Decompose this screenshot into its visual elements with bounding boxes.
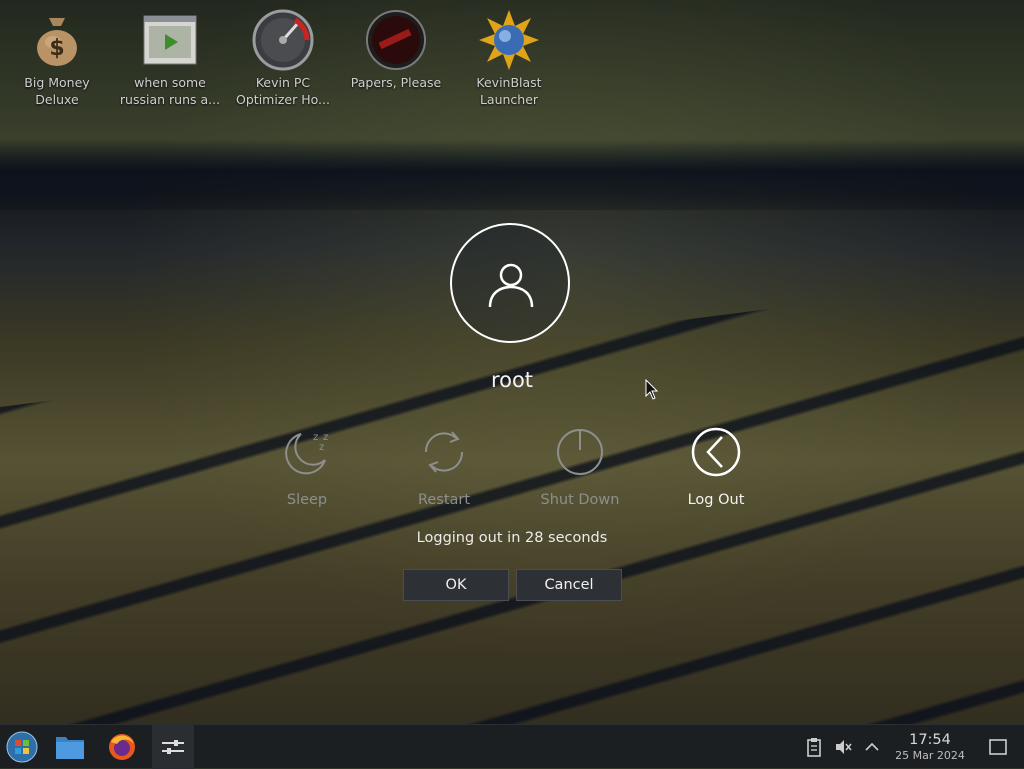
shutdown-button[interactable]: Shut Down xyxy=(525,424,635,508)
restart-button[interactable]: Restart xyxy=(389,424,499,508)
username-label: root xyxy=(490,368,534,392)
sleep-icon: z z z xyxy=(285,432,328,475)
svg-text:z: z xyxy=(319,442,324,453)
countdown-text: Logging out in 28 seconds xyxy=(416,530,608,546)
restart-label: Restart xyxy=(417,492,471,508)
cancel-button[interactable]: Cancel xyxy=(516,569,622,601)
logout-label: Log Out xyxy=(687,492,745,508)
user-icon xyxy=(488,263,534,308)
shutdown-label: Shut Down xyxy=(540,492,620,508)
desktop-icon-label: Papers, Please xyxy=(350,75,442,90)
video-file-icon xyxy=(143,15,197,65)
start-menu-icon xyxy=(6,731,38,763)
desktop-icon-papers-please[interactable]: Papers, Please xyxy=(341,8,451,91)
restart-icon xyxy=(424,431,464,473)
file-manager-icon xyxy=(56,737,84,759)
desktop-icon-label: KevinBlast Launcher xyxy=(476,75,542,107)
kevinblast-icon xyxy=(479,10,539,70)
clock-time: 17:54 xyxy=(909,732,951,748)
logout-icon xyxy=(688,424,744,480)
clock[interactable]: 17:54 25 Mar 2024 xyxy=(884,731,976,763)
shutdown-icon xyxy=(557,429,603,475)
tray-expand-icon[interactable] xyxy=(862,737,882,757)
clock-date: 25 Mar 2024 xyxy=(895,749,965,762)
money-bag-icon: $ xyxy=(37,18,77,66)
desktop-icon-label: when some russian runs a... xyxy=(119,75,221,107)
file-manager-button[interactable] xyxy=(50,725,90,769)
desktop-icon-label: Kevin PC Optimizer Ho... xyxy=(236,75,330,107)
firefox-button[interactable] xyxy=(100,725,144,769)
desktop-icon-kevinblast-launcher[interactable]: KevinBlast Launcher xyxy=(454,8,564,108)
start-menu-button[interactable] xyxy=(0,725,44,769)
show-desktop-icon[interactable] xyxy=(988,737,1008,757)
svg-text:z: z xyxy=(313,432,318,443)
svg-text:$: $ xyxy=(49,36,64,61)
ok-button[interactable]: OK xyxy=(403,569,509,601)
volume-muted-icon[interactable] xyxy=(833,737,853,757)
system-settings-icon xyxy=(162,740,184,754)
user-avatar xyxy=(450,223,570,343)
desktop-icon-label: Big Money Deluxe xyxy=(24,75,90,107)
papers-please-icon xyxy=(366,10,426,70)
logout-button[interactable]: Log Out xyxy=(661,424,771,508)
clipboard-icon[interactable] xyxy=(804,737,824,757)
sleep-button[interactable]: z z z Sleep xyxy=(252,424,362,508)
taskbar: 17:54 25 Mar 2024 xyxy=(0,724,1024,769)
firefox-icon xyxy=(109,734,135,760)
sleep-label: Sleep xyxy=(286,492,328,508)
desktop-icon-big-money-deluxe[interactable]: $ Big Money Deluxe xyxy=(2,8,112,108)
mouse-cursor-icon xyxy=(645,379,659,400)
system-settings-task[interactable] xyxy=(152,725,194,769)
speedometer-icon xyxy=(252,9,314,71)
desktop-icon-kevin-pc-optimizer[interactable]: Kevin PC Optimizer Ho... xyxy=(228,8,338,108)
desktop-icon-video[interactable]: when some russian runs a... xyxy=(115,8,225,108)
